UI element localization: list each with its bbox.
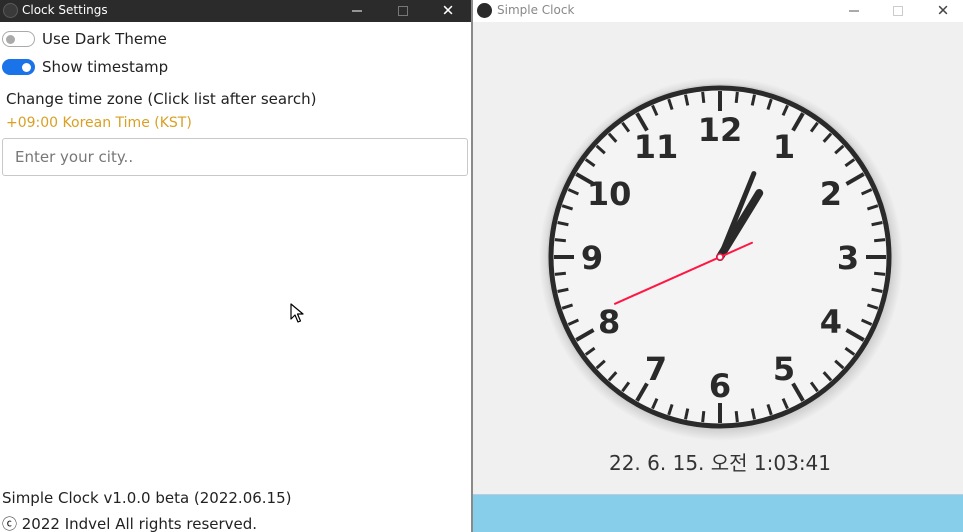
city-search-input[interactable] [2,138,468,176]
toggle-knob [6,35,15,44]
settings-window-title: Clock Settings [22,3,108,17]
settings-titlebar[interactable]: Clock Settings ✕ [0,0,471,22]
minute-tick [873,238,886,243]
version-text: Simple Clock v1.0.0 beta (2022.06.15) [2,489,292,507]
app-icon [477,3,492,18]
maximize-icon [893,6,903,16]
dark-theme-toggle[interactable] [2,31,35,47]
clock-number-2: 2 [820,175,842,213]
maximize-button[interactable] [380,0,426,22]
clock-number-4: 4 [820,303,842,341]
dark-theme-label: Use Dark Theme [42,30,167,48]
clock-number-8: 8 [598,303,620,341]
clock-window: Simple Clock ✕ 12 1 2 3 4 5 6 7 8 9 10 11 22. 6. 15… [473,0,963,532]
clock-number-3: 3 [837,239,859,277]
close-icon: ✕ [936,1,950,20]
minimize-icon [352,10,362,12]
minimize-icon [849,10,859,12]
toggle-knob [22,62,31,72]
dark-theme-row: Use Dark Theme [2,27,167,51]
close-icon: ✕ [441,1,455,20]
clock-number-11: 11 [634,128,679,166]
minimize-button[interactable] [334,0,380,22]
minute-tick [873,271,886,276]
analog-clock: 12 12 3 45 6 78 9 1011 [539,77,903,441]
close-button[interactable]: ✕ [920,0,963,22]
clock-number-10: 10 [587,175,632,213]
clock-center [716,253,724,261]
clock-number-12: 12 [698,111,743,149]
clock-number-5: 5 [773,350,795,388]
settings-window: Clock Settings ✕ Use Dark Theme Show tim… [0,0,471,532]
minimize-button[interactable] [831,0,877,22]
clock-number-6: 6 [709,367,731,405]
timezone-heading: Change time zone (Click list after searc… [6,90,317,108]
minute-tick [734,410,739,423]
minute-tick [554,238,567,243]
minute-tick [734,91,739,104]
copyright-text: ⓒ 2022 Indvel All rights reserved. [2,515,258,532]
show-timestamp-label: Show timestamp [42,58,169,76]
minute-tick [701,91,706,104]
bottom-bar [473,494,963,532]
clock-number-7: 7 [645,350,667,388]
timestamp-text: 22. 6. 15. 오전 1:03:41 [608,451,832,475]
minute-tick [701,410,706,423]
app-icon [3,3,18,18]
minute-tick [554,271,567,276]
maximize-button[interactable] [875,0,921,22]
show-timestamp-toggle[interactable] [2,59,35,75]
close-button[interactable]: ✕ [425,0,471,22]
maximize-icon [398,6,408,16]
clock-number-1: 1 [773,128,795,166]
clock-titlebar[interactable]: Simple Clock ✕ [473,0,963,22]
clock-number-9: 9 [581,239,603,277]
show-timestamp-row: Show timestamp [2,55,168,79]
current-timezone: +09:00 Korean Time (KST) [6,115,192,131]
clock-window-title: Simple Clock [497,3,575,17]
mouse-cursor-icon [290,303,304,323]
